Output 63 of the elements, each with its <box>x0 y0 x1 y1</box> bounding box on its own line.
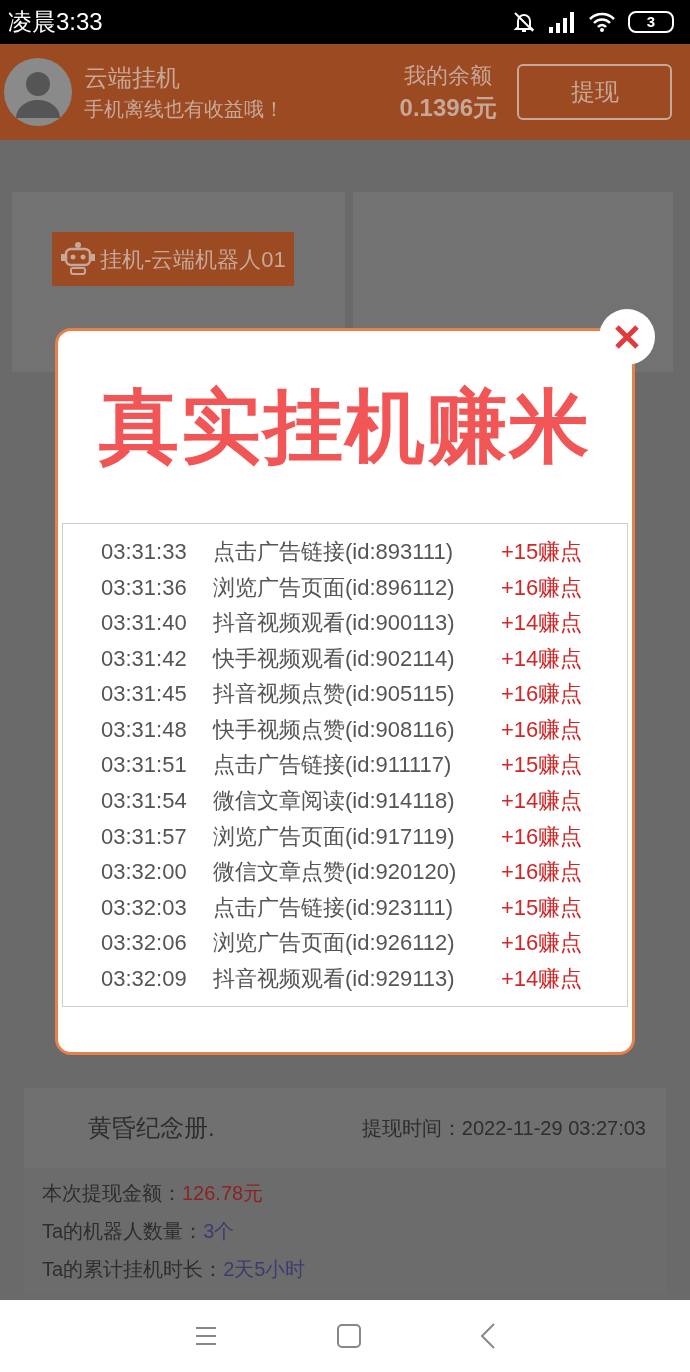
detail-label: Ta的累计挂机时长： <box>42 1257 224 1282</box>
balance-label: 我的余额 <box>404 62 493 90</box>
log-task: 点击广告链接(id:893111) <box>213 538 455 567</box>
log-time: 03:32:09 <box>101 964 188 993</box>
log-time: 03:31:33 <box>101 538 188 567</box>
back-icon[interactable] <box>480 1322 496 1350</box>
log-points: +16赚点 <box>501 680 583 709</box>
log-time: 03:31:40 <box>101 609 188 638</box>
log-time: 03:32:06 <box>101 929 188 958</box>
detail-label: Ta的机器人数量： <box>42 1219 204 1244</box>
robot-icon <box>60 241 96 277</box>
status-time: 凌晨3:33 <box>8 7 103 37</box>
log-points: +14赚点 <box>501 609 583 638</box>
log-time: 03:31:45 <box>101 680 188 709</box>
log-points: +16赚点 <box>501 822 583 851</box>
detail-label: 本次提现金额： <box>42 1181 182 1206</box>
log-task: 浏览广告页面(id:926112) <box>213 929 456 958</box>
log-task: 微信文章阅读(id:914118) <box>213 787 456 815</box>
log-time: 03:31:57 <box>101 822 188 851</box>
modal-title: 真实挂机赚米 <box>99 381 591 473</box>
log-time: 03:31:54 <box>101 787 188 815</box>
withdraw-button[interactable]: 提现 <box>517 64 672 120</box>
log-points: +16赚点 <box>501 573 583 602</box>
menu-icon[interactable] <box>194 1325 218 1347</box>
avatar-icon <box>4 58 72 126</box>
log-task: 抖音视频点赞(id:905115) <box>213 680 456 709</box>
log-task: 抖音视频观看(id:929113) <box>213 964 456 993</box>
user-name: 黄昏纪念册. <box>88 1113 215 1143</box>
log-task: 点击广告链接(id:923111) <box>213 893 455 922</box>
battery-icon: 3 <box>628 11 674 33</box>
app-subtitle: 手机离线也有收益哦！ <box>84 97 284 122</box>
wifi-icon <box>588 11 616 33</box>
balance-amount: 0.1396元 <box>399 93 497 123</box>
log-time: 03:31:51 <box>101 751 188 780</box>
log-time: 03:32:00 <box>101 858 188 887</box>
home-icon[interactable] <box>336 1323 362 1349</box>
withdraw-time: 提现时间：2022-11-29 03:27:03 <box>361 1116 646 1141</box>
log-points: +14赚点 <box>501 787 583 815</box>
log-task: 快手视频点赞(id:908116) <box>213 715 456 744</box>
signal-icon <box>548 11 576 33</box>
log-task: 浏览广告页面(id:896112) <box>213 573 456 602</box>
log-points: +15赚点 <box>501 893 583 922</box>
log-points: +15赚点 <box>501 751 583 780</box>
log-time: 03:32:03 <box>101 893 188 922</box>
log-task: 浏览广告页面(id:917119) <box>213 822 456 851</box>
log-time: 03:31:48 <box>101 715 188 744</box>
log-points: +16赚点 <box>501 929 583 958</box>
close-icon <box>614 324 640 350</box>
log-points: +16赚点 <box>501 858 583 887</box>
log-time: 03:31:42 <box>101 644 188 673</box>
log-task: 抖音视频观看(id:900113) <box>213 609 456 638</box>
log-task: 微信文章点赞(id:920120) <box>213 858 458 887</box>
app-title: 云端挂机 <box>84 63 181 93</box>
log-points: +14赚点 <box>501 644 583 673</box>
muted-bell-icon <box>512 10 536 34</box>
robot-button[interactable]: 挂机-云端机器人01 <box>52 232 294 286</box>
log-points: +15赚点 <box>501 538 583 567</box>
log-task: 快手视频观看(id:902114) <box>213 644 456 673</box>
log-points: +14赚点 <box>501 964 583 993</box>
log-task: 点击广告链接(id:911117) <box>213 751 453 780</box>
detail-value: 126.78元 <box>182 1181 264 1206</box>
log-time: 03:31:36 <box>101 573 188 602</box>
log-points: +16赚点 <box>501 715 583 744</box>
